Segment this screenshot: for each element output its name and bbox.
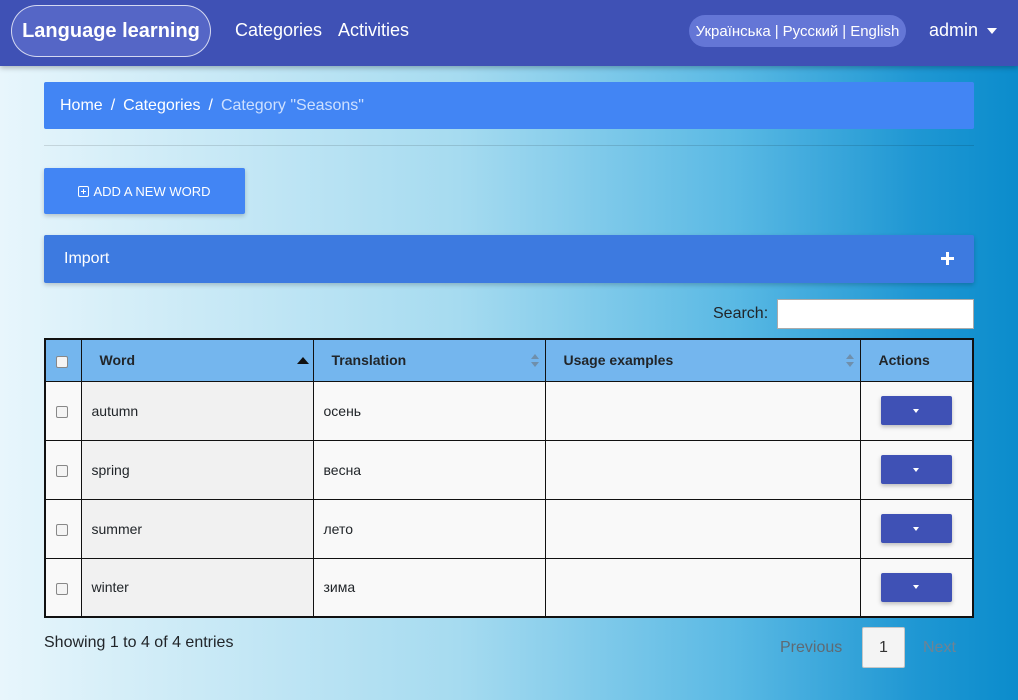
user-name: admin [929,20,979,40]
row-actions-dropdown-button[interactable] [880,514,952,543]
usage-cell [544,557,861,618]
caret-down-icon [913,467,919,472]
row-checkbox[interactable] [56,405,68,418]
table-row: summer лето [44,498,974,559]
language-russian[interactable]: Русский [783,23,839,40]
language-switcher: Українська | Русский | English [689,15,906,47]
add-word-button[interactable]: ADD A NEW WORD [44,168,245,214]
word-cell: winter [80,557,314,618]
breadcrumb-separator: / [208,96,213,114]
divider [44,145,974,146]
breadcrumb: Home / Categories / Category "Seasons" [44,82,974,129]
row-select-cell [44,498,82,559]
row-actions-dropdown-button[interactable] [880,455,952,484]
usage-cell [544,498,861,559]
column-header-actions: Actions [859,338,974,382]
row-select-cell [44,380,82,441]
sort-icon [845,354,854,368]
words-table: Word Translation Usage examples Actions … [44,338,974,618]
breadcrumb-home[interactable]: Home [60,97,103,115]
caret-down-icon [913,526,919,531]
caret-down-icon [913,585,919,590]
import-panel-header[interactable]: Import [44,235,974,283]
brand-link[interactable]: Language learning [11,5,211,57]
row-checkbox[interactable] [56,523,68,536]
row-checkbox[interactable] [56,464,68,477]
row-actions-dropdown-button[interactable] [880,572,952,602]
column-label-translation: Translation [331,352,407,369]
actions-cell [859,380,974,441]
word-cell: spring [80,439,314,500]
translation-cell: осень [312,380,546,441]
column-header-translation[interactable]: Translation [312,338,546,382]
column-label-word: Word [99,352,136,369]
select-all-cell [44,338,82,382]
word-cell: summer [80,498,314,559]
table-row: winter зима [44,557,974,618]
language-english[interactable]: English [850,23,899,40]
row-select-cell [44,557,82,618]
row-select-cell [44,439,82,500]
language-ukrainian[interactable]: Українська [696,23,771,40]
usage-cell [544,380,861,441]
table-info: Showing 1 to 4 of 4 entries [44,634,234,651]
sort-ascending-icon [296,357,309,364]
translation-cell: весна [312,439,546,500]
search-input[interactable] [777,299,974,329]
caret-down-icon [987,27,998,34]
pagination-page[interactable]: 1 [862,627,905,668]
table-row: spring весна [44,439,974,500]
language-separator: | [842,22,847,40]
actions-cell [859,439,974,500]
nav-link-categories[interactable]: Categories [235,20,322,41]
column-label-actions: Actions [878,352,930,369]
translation-cell: зима [312,557,546,618]
table-row: autumn осень [44,380,974,441]
translation-cell: лето [312,498,546,559]
caret-down-icon [913,408,919,413]
row-checkbox[interactable] [56,582,68,595]
nav-link-activities[interactable]: Activities [338,20,409,41]
add-word-label: ADD A NEW WORD [93,183,211,199]
top-navbar: Language learning Categories Activities … [0,0,1018,66]
word-cell: autumn [80,380,314,441]
breadcrumb-categories[interactable]: Categories [123,97,200,115]
pagination-next[interactable]: Next [923,639,956,657]
user-menu[interactable]: admin [929,20,998,41]
plus-icon[interactable] [941,252,954,265]
select-all-checkbox[interactable] [56,355,68,368]
import-label: Import [64,250,110,267]
column-header-usage[interactable]: Usage examples [544,338,861,382]
actions-cell [859,498,974,559]
sort-icon [530,354,539,368]
search-label: Search: [713,305,769,322]
column-header-word[interactable]: Word [80,338,314,382]
plus-square-icon [78,185,90,197]
row-actions-dropdown-button[interactable] [880,396,952,425]
breadcrumb-separator: / [110,96,116,114]
actions-cell [859,557,974,618]
language-separator: | [774,22,779,40]
column-label-usage: Usage examples [563,352,674,369]
pagination-previous[interactable]: Previous [780,639,842,657]
table-header-row: Word Translation Usage examples Actions [44,338,974,382]
usage-cell [544,439,861,500]
breadcrumb-current: Category "Seasons" [220,96,364,114]
